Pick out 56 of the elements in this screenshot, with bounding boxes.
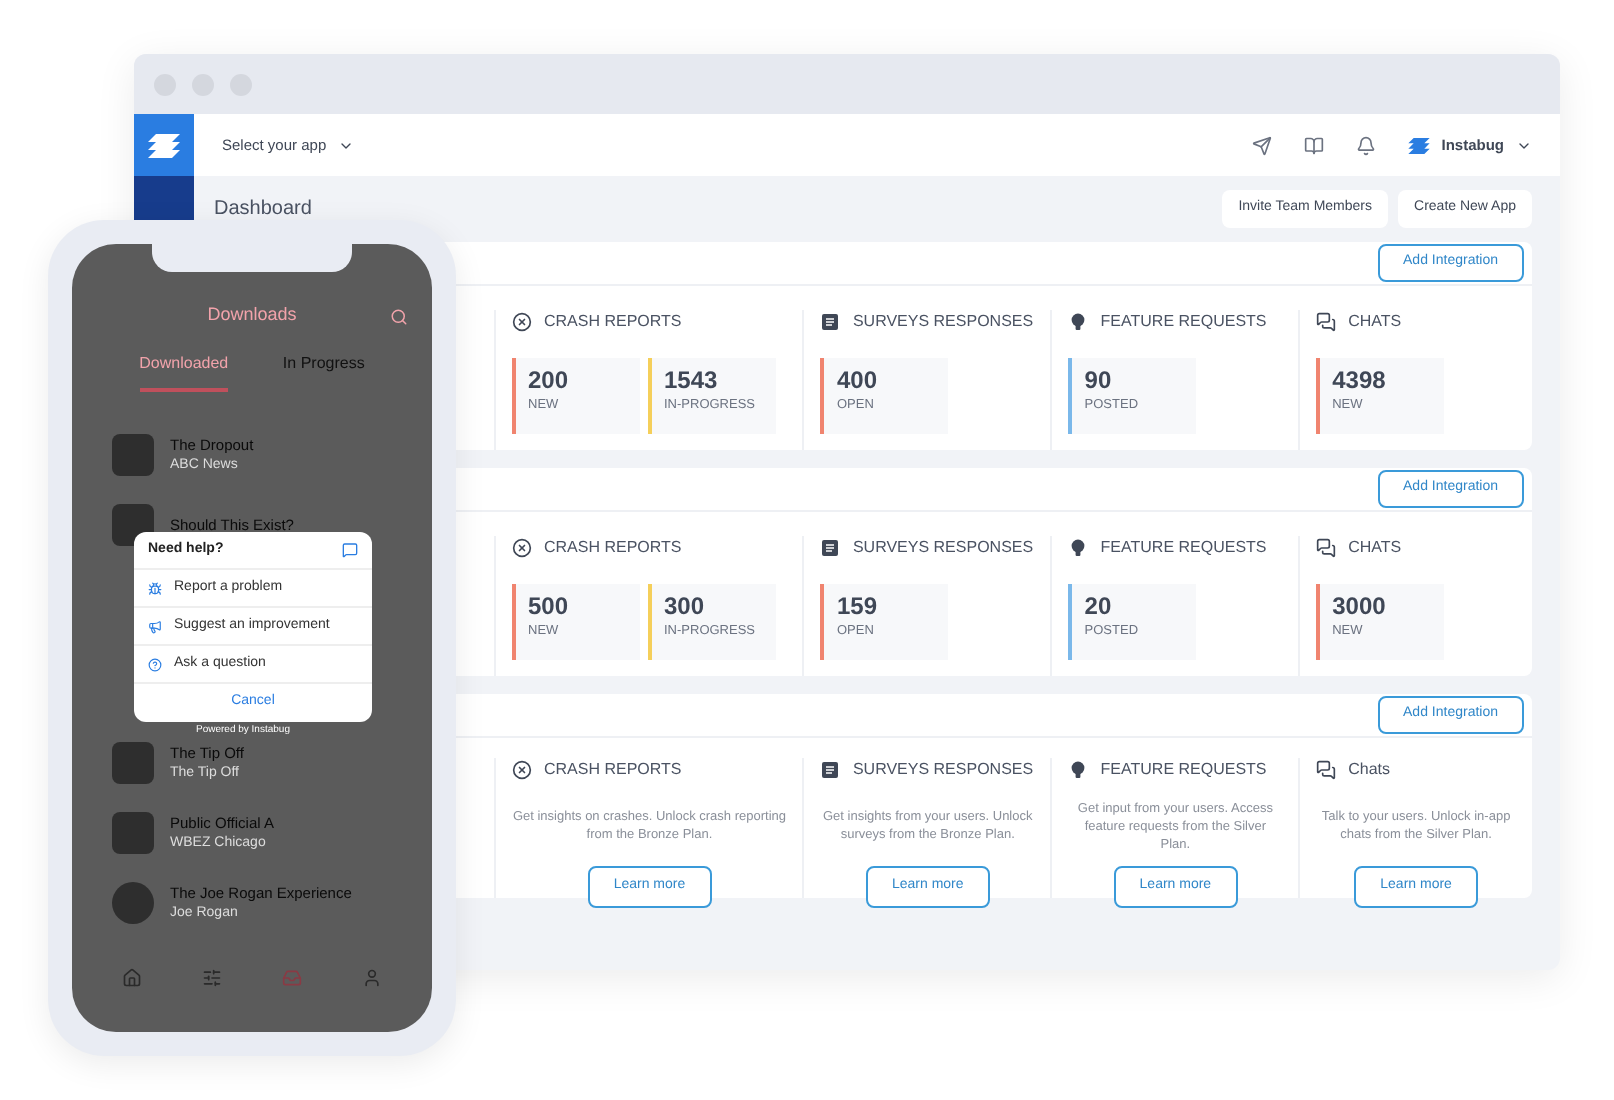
document-icon <box>820 312 841 332</box>
column-title: Chats <box>1348 758 1390 782</box>
document-icon <box>820 760 841 780</box>
sliders-icon[interactable] <box>202 968 222 988</box>
chat-icon <box>342 542 358 558</box>
logo-icon[interactable] <box>134 114 194 176</box>
podcast-artwork <box>112 812 154 854</box>
stat-value: 400 <box>836 366 879 396</box>
search-icon[interactable] <box>390 307 408 325</box>
lightbulb-icon <box>1068 760 1089 780</box>
podcast-artwork <box>112 434 154 476</box>
stat-value: 20 <box>1084 592 1114 622</box>
megaphone-icon <box>148 619 162 633</box>
document-icon <box>820 538 841 558</box>
phone-tab[interactable]: Downloaded <box>139 352 229 392</box>
column-title: FEATURE REQUESTS <box>1100 310 1267 334</box>
logo-icon <box>1407 137 1430 153</box>
column-title: CHATS <box>1348 310 1402 334</box>
stat-value: 1543 <box>664 366 720 396</box>
column-title: CHATS <box>1348 536 1402 560</box>
column-title: CRASH REPORTS <box>544 536 682 560</box>
chat-bubbles-icon <box>1316 760 1337 780</box>
stat-value: 4398 <box>1332 366 1388 396</box>
stat-value: 159 <box>836 592 879 622</box>
lightbulb-icon <box>1068 538 1089 558</box>
phone-tab[interactable]: In Progress <box>282 352 365 392</box>
bug-icon <box>148 581 162 595</box>
column-title: SURVEYS RESPONSES <box>852 536 1034 560</box>
chat-bubbles-icon <box>1316 312 1337 332</box>
crash-icon <box>512 538 532 558</box>
user-icon[interactable] <box>362 968 382 988</box>
column-title: FEATURE REQUESTS <box>1100 536 1267 560</box>
screen-title: Downloads <box>207 302 297 329</box>
bell-icon[interactable] <box>1355 135 1376 155</box>
page-title: Dashboard <box>214 196 312 224</box>
stat-value: 200 <box>528 366 571 396</box>
podcast-artwork <box>112 742 154 784</box>
column-title: FEATURE REQUESTS <box>1100 758 1267 782</box>
crash-icon <box>512 312 532 332</box>
help-icon <box>148 657 162 671</box>
column-title: SURVEYS RESPONSES <box>852 758 1034 782</box>
stat-value: 300 <box>664 592 707 622</box>
home-icon[interactable] <box>122 968 142 988</box>
stat-value: 90 <box>1084 366 1114 396</box>
stat-value: 3000 <box>1332 592 1388 622</box>
crash-icon <box>512 760 532 780</box>
chat-bubbles-icon <box>1316 538 1337 558</box>
lightbulb-icon <box>1068 312 1089 332</box>
inbox-icon[interactable] <box>282 968 302 988</box>
book-icon[interactable] <box>1303 135 1324 155</box>
send-icon[interactable] <box>1251 135 1272 155</box>
podcast-artwork <box>112 882 154 924</box>
stat-value: 500 <box>528 592 571 622</box>
column-title: CRASH REPORTS <box>544 310 682 334</box>
column-title: CRASH REPORTS <box>544 758 682 782</box>
column-title: SURVEYS RESPONSES <box>852 310 1034 334</box>
